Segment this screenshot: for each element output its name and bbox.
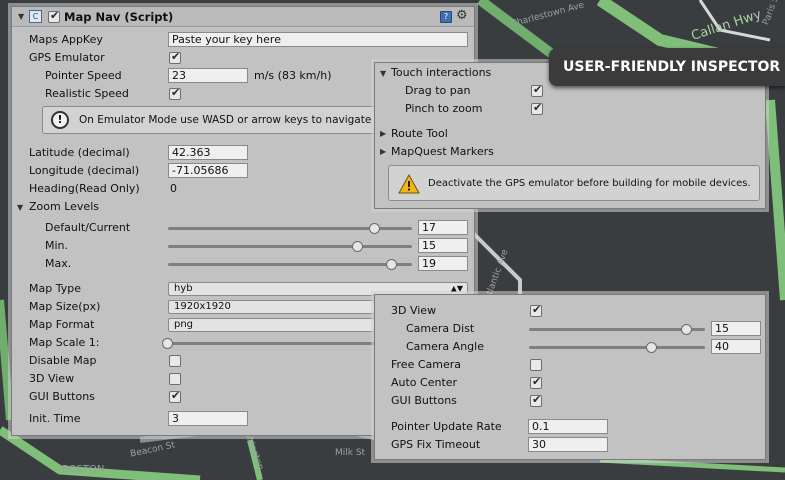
init-time-input[interactable]: 3 [168, 411, 248, 426]
map-size-label: Map Size(px) [29, 300, 101, 313]
3d-view-checkbox[interactable] [530, 303, 542, 317]
map-scale-slider-handle[interactable] [162, 338, 173, 349]
mapquest-foldout-icon[interactable]: ▶ [380, 147, 386, 156]
warning-icon [398, 174, 420, 194]
3d-view-panel: 3D View Camera Dist 15 Camera Angle 40 F… [374, 294, 766, 460]
longitude-label: Longitude (decimal) [29, 164, 140, 177]
latitude-label: Latitude (decimal) [29, 146, 130, 159]
gui-buttons-label: GUI Buttons [391, 394, 457, 407]
map-format-label: Map Format [29, 318, 95, 331]
emulator-help-text: On Emulator Mode use WASD or arrow keys … [79, 114, 372, 126]
gui-buttons-checkbox[interactable] [530, 393, 542, 407]
help-book-icon[interactable]: ? [440, 11, 452, 23]
zoom-levels-label[interactable]: Zoom Levels [29, 200, 99, 213]
foldout-arrow-icon[interactable]: ▼ [18, 12, 24, 21]
map-area-label: BOSTON [62, 464, 105, 475]
info-icon: ! [51, 111, 69, 129]
camera-dist-slider-handle[interactable] [681, 324, 693, 335]
zoom-levels-foldout-icon[interactable]: ▼ [17, 203, 23, 212]
maps-appkey-input[interactable]: Paste your key here [168, 32, 468, 47]
zoom-min-input[interactable]: 15 [418, 238, 468, 253]
gui-buttons-label: GUI Buttons [29, 390, 95, 403]
touch-foldout-icon[interactable]: ▼ [380, 69, 386, 78]
heading-label: Heading(Read Only) [29, 182, 140, 195]
3d-view-label: 3D View [29, 372, 75, 385]
zoom-max-label: Max. [45, 257, 72, 270]
map-street-label: Milk St [335, 448, 366, 458]
zoom-min-label: Min. [45, 239, 69, 252]
gps-warning-box: Deactivate the GPS emulator before build… [388, 165, 760, 201]
route-tool-foldout-icon[interactable]: ▶ [380, 129, 386, 138]
gps-emulator-checkbox[interactable] [169, 50, 181, 64]
latitude-input[interactable]: 42.363 [168, 145, 248, 160]
camera-angle-label: Camera Angle [406, 340, 484, 353]
auto-center-label: Auto Center [391, 376, 458, 389]
maps-appkey-label: Maps AppKey [29, 33, 103, 46]
map-size-value: 1920x1920 [174, 301, 231, 312]
camera-dist-label: Camera Dist [406, 322, 475, 335]
gps-fix-timeout-label: GPS Fix Timeout [391, 438, 481, 451]
realistic-speed-checkbox[interactable] [169, 86, 181, 100]
map-type-value: hyb [174, 283, 193, 294]
gps-emulator-label: GPS Emulator [29, 51, 105, 64]
zoom-default-label: Default/Current [45, 221, 131, 234]
camera-angle-input[interactable]: 40 [711, 339, 761, 354]
gps-fix-timeout-input[interactable]: 30 [528, 437, 608, 452]
drag-to-pan-checkbox[interactable] [531, 83, 543, 97]
camera-angle-slider-handle[interactable] [646, 342, 658, 353]
gui-buttons-checkbox[interactable] [169, 389, 181, 403]
script-icon: C [29, 10, 42, 23]
pointer-update-rate-label: Pointer Update Rate [391, 420, 502, 433]
pointer-speed-unit: m/s (83 km/h) [254, 69, 332, 82]
component-title: Map Nav (Script) [64, 10, 174, 24]
user-friendly-inspector-banner: USER-FRIENDLY INSPECTOR [549, 48, 785, 86]
drag-to-pan-label: Drag to pan [405, 84, 471, 97]
pointer-speed-input[interactable]: 23 [168, 68, 248, 83]
zoom-max-slider[interactable] [168, 263, 412, 266]
auto-center-checkbox[interactable] [530, 375, 542, 389]
zoom-max-input[interactable]: 19 [418, 256, 468, 271]
pinch-to-zoom-checkbox[interactable] [531, 101, 543, 115]
zoom-max-slider-handle[interactable] [386, 259, 398, 270]
mapquest-markers-label[interactable]: MapQuest Markers [391, 145, 494, 158]
init-time-label: Init. Time [29, 412, 81, 425]
camera-dist-input[interactable]: 15 [711, 321, 761, 336]
map-type-label: Map Type [29, 282, 81, 295]
map-scale-label: Map Scale 1: [29, 336, 100, 349]
component-enabled-checkbox[interactable] [48, 9, 60, 23]
zoom-min-slider-handle[interactable] [352, 241, 364, 252]
pointer-update-rate-input[interactable]: 0.1 [528, 419, 608, 434]
gear-icon[interactable]: ⚙ [456, 8, 468, 23]
touch-interactions-label[interactable]: Touch interactions [391, 66, 491, 79]
disable-map-checkbox[interactable] [169, 355, 181, 367]
component-header: ▼ C Map Nav (Script) ? ⚙ [12, 7, 474, 27]
zoom-min-slider[interactable] [168, 245, 412, 248]
camera-angle-slider[interactable] [529, 346, 705, 349]
camera-dist-slider[interactable] [529, 328, 705, 331]
zoom-default-input[interactable]: 17 [418, 220, 468, 235]
longitude-input[interactable]: -71.05686 [168, 163, 248, 178]
pointer-speed-label: Pointer Speed [45, 69, 122, 82]
route-tool-label[interactable]: Route Tool [391, 127, 448, 140]
gps-warning-text: Deactivate the GPS emulator before build… [428, 178, 751, 189]
map-format-value: png [174, 319, 194, 330]
heading-value: 0 [170, 182, 177, 195]
free-camera-label: Free Camera [391, 358, 462, 371]
pinch-to-zoom-label: Pinch to zoom [405, 102, 483, 115]
disable-map-label: Disable Map [29, 354, 97, 367]
realistic-speed-label: Realistic Speed [45, 87, 129, 100]
zoom-default-slider-handle[interactable] [369, 223, 381, 234]
3d-view-label: 3D View [391, 304, 437, 317]
free-camera-checkbox[interactable] [530, 359, 542, 371]
3d-view-checkbox[interactable] [169, 373, 181, 385]
